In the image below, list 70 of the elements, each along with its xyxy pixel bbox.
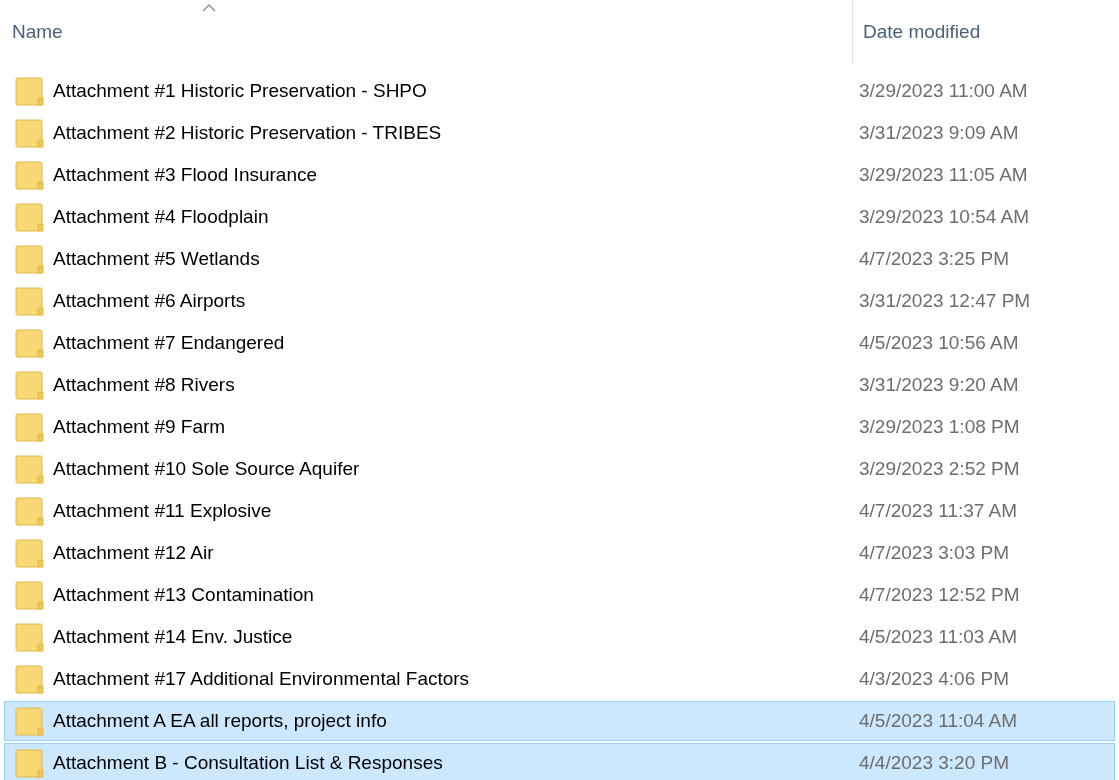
file-name: Attachment #7 Endangered: [53, 330, 285, 355]
folder-icon: [15, 202, 45, 232]
file-row[interactable]: Attachment #17 Additional Environmental Factors 4/3/2023 4:06 PM: [4, 659, 1115, 699]
date-modified: 3/29/2023 1:08 PM: [858, 414, 1020, 439]
file-name: Attachment #6 Airports: [53, 288, 246, 313]
date-modified: 4/7/2023 12:52 PM: [858, 582, 1020, 607]
date-modified: 3/29/2023 11:00 AM: [858, 78, 1028, 103]
file-row[interactable]: Attachment #9 Farm 3/29/2023 1:08 PM: [4, 407, 1115, 447]
file-name: Attachment #1 Historic Preservation - SHPO: [53, 78, 427, 103]
folder-icon: [15, 664, 45, 694]
file-name: Attachment #11 Explosive: [53, 498, 272, 523]
file-name: Attachment #13 Contamination: [53, 582, 314, 607]
file-row[interactable]: Attachment #5 Wetlands 4/7/2023 3:25 PM: [4, 239, 1115, 279]
date-modified: 3/31/2023 12:47 PM: [858, 288, 1031, 313]
date-modified: 4/7/2023 3:25 PM: [858, 246, 1009, 271]
column-header[interactable]: Date modified: [863, 17, 981, 47]
file-name: Attachment #9 Farm: [53, 414, 226, 439]
file-row[interactable]: Attachment #14 Env. Justice 4/5/2023 11:03 AM: [4, 617, 1115, 657]
folder-icon: [15, 286, 45, 316]
file-row[interactable]: Attachment #10 Sole Source Aquifer 3/29/2023 2:52 PM: [4, 449, 1115, 489]
file-row[interactable]: Attachment #12 Air 4/7/2023 3:03 PM: [4, 533, 1115, 573]
date-modified: 4/7/2023 11:37 AM: [858, 498, 1018, 523]
date-modified: 4/5/2023 10:56 AM: [858, 330, 1019, 355]
date-modified: 4/5/2023 11:03 AM: [858, 624, 1018, 649]
folder-icon: [15, 244, 45, 274]
file-row[interactable]: Attachment #7 Endangered 4/5/2023 10:56 AM: [4, 323, 1115, 363]
folder-icon: [15, 538, 45, 568]
folder-icon: [15, 496, 45, 526]
file-row[interactable]: Attachment #8 Rivers 3/31/2023 9:20 AM: [4, 365, 1115, 405]
file-row[interactable]: Attachment #2 Historic Preservation - TRIBES 3/31/2023 9:09 AM: [4, 113, 1115, 153]
file-row[interactable]: Attachment #4 Floodplain 3/29/2023 10:54 AM: [4, 197, 1115, 237]
file-row[interactable]: Attachment #11 Explosive 4/7/2023 11:37 AM: [4, 491, 1115, 531]
date-modified: 3/31/2023 9:20 AM: [858, 372, 1019, 397]
folder-icon: [15, 748, 45, 778]
folder-icon: [15, 370, 45, 400]
file-row[interactable]: Attachment B - Consultation List & Responses 4/4/2023 3:20 PM: [4, 743, 1115, 780]
folder-icon: [15, 76, 45, 106]
folder-icon: [15, 118, 45, 148]
date-modified: 4/3/2023 4:06 PM: [858, 666, 1009, 691]
file-row[interactable]: Attachment #1 Historic Preservation - SHPO 3/29/2023 11:00 AM: [4, 71, 1115, 111]
file-name: Attachment #2 Historic Preservation - TRIBES: [53, 120, 442, 145]
date-modified: 3/29/2023 11:05 AM: [858, 162, 1028, 187]
date-modified: 4/4/2023 3:20 PM: [858, 750, 1009, 775]
folder-icon: [15, 412, 45, 442]
file-row[interactable]: Attachment #3 Flood Insurance 3/29/2023 11:05 AM: [4, 155, 1115, 195]
date-modified: 4/5/2023 11:04 AM: [858, 708, 1018, 733]
date-modified: 3/31/2023 9:09 AM: [858, 120, 1019, 145]
file-row[interactable]: Attachment #13 Contamination 4/7/2023 12:52 PM: [4, 575, 1115, 615]
file-name: Attachment #3 Flood Insurance: [53, 162, 318, 187]
column-header[interactable]: Name: [12, 17, 63, 47]
file-name: Attachment #17 Additional Environmental Factors: [53, 666, 470, 691]
file-name: Attachment #5 Wetlands: [53, 246, 260, 271]
file-name: Attachment A EA all reports, project info: [53, 708, 387, 733]
folder-icon: [15, 580, 45, 610]
file-name: Attachment #10 Sole Source Aquifer: [53, 456, 360, 481]
file-name: Attachment #14 Env. Justice: [53, 624, 293, 649]
file-row[interactable]: Attachment A EA all reports, project info 4/5/2023 11:04 AM: [4, 701, 1115, 741]
file-name: Attachment #4 Floodplain: [53, 204, 269, 229]
date-modified: 3/29/2023 2:52 PM: [858, 456, 1020, 481]
date-modified: 3/29/2023 10:54 AM: [858, 204, 1030, 229]
file-name: Attachment #8 Rivers: [53, 372, 235, 397]
file-name: Attachment #12 Air: [53, 540, 214, 565]
file-name: Attachment B - Consultation List & Responses: [53, 750, 443, 775]
date-modified: 4/7/2023 3:03 PM: [858, 540, 1009, 565]
folder-icon: [15, 622, 45, 652]
file-row[interactable]: Attachment #6 Airports 3/31/2023 12:47 PM: [4, 281, 1115, 321]
folder-icon: [15, 454, 45, 484]
folder-icon: [15, 706, 45, 736]
folder-icon: [15, 160, 45, 190]
folder-icon: [15, 328, 45, 358]
